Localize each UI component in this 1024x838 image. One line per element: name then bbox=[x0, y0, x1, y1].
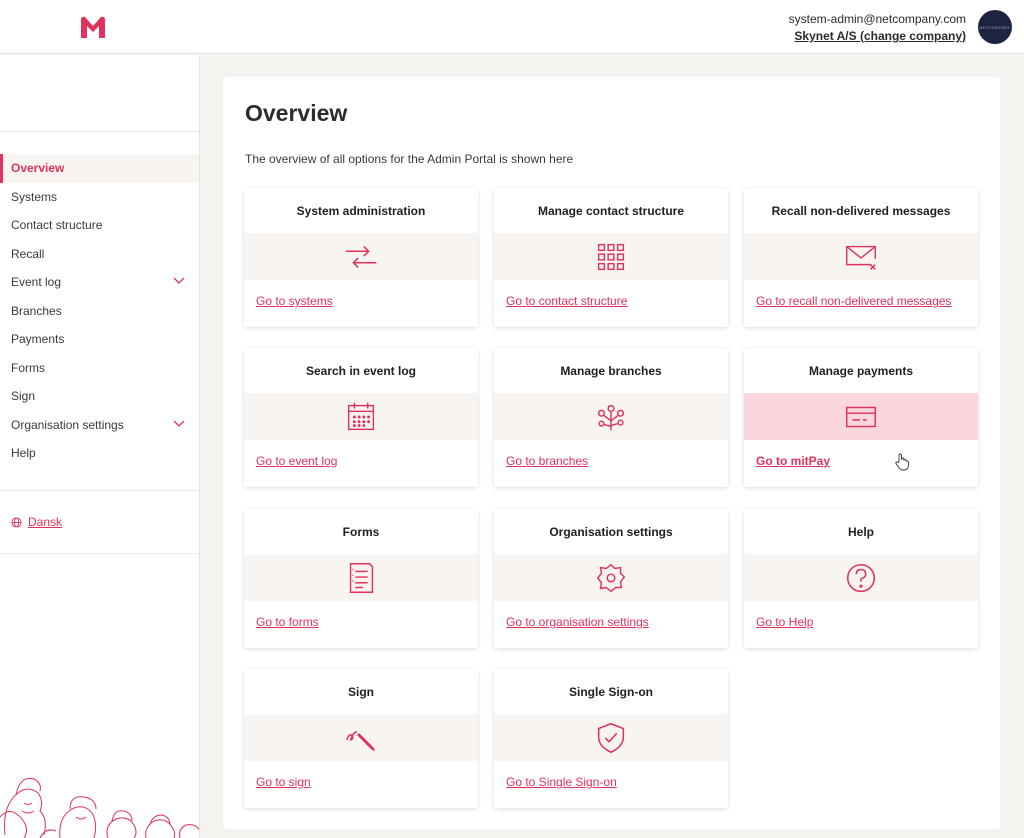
sidebar-divider bbox=[0, 553, 199, 554]
chevron-down-icon[interactable] bbox=[173, 420, 185, 428]
sidebar-divider bbox=[0, 131, 199, 132]
sidebar-item-label: Organisation settings bbox=[11, 417, 124, 432]
user-info: system-admin@netcompany.com Skynet A/S (… bbox=[789, 11, 966, 45]
card-title: Single Sign-on bbox=[569, 685, 653, 699]
language-label: Dansk bbox=[28, 515, 63, 529]
shield-check-icon bbox=[597, 722, 625, 753]
sidebar-divider bbox=[0, 490, 199, 491]
card-recall-non-delivered-messages[interactable]: Recall non-delivered messages Go to reca… bbox=[744, 188, 978, 327]
user-email: system-admin@netcompany.com bbox=[788, 12, 966, 26]
card-system-administration[interactable]: System administration Go to systems bbox=[244, 188, 478, 327]
branches-tree-icon bbox=[597, 404, 625, 430]
sidebar-item-payments[interactable]: Payments bbox=[0, 325, 199, 354]
card-link[interactable]: Go to contact structure bbox=[506, 294, 627, 308]
card-icon-band bbox=[494, 714, 728, 761]
sidebar-item-event-log[interactable]: Event log bbox=[0, 268, 199, 297]
card-icon-band bbox=[744, 233, 978, 280]
card-search-in-event-log[interactable]: Search in event log Go to event log bbox=[244, 348, 478, 487]
help-circle-icon bbox=[846, 563, 876, 592]
card-manage-contact-structure[interactable]: Manage contact structure Go to contact s… bbox=[494, 188, 728, 327]
people-illustration-icon bbox=[0, 777, 199, 838]
card-title: Manage branches bbox=[560, 364, 662, 378]
card-link[interactable]: Go to branches bbox=[506, 454, 588, 468]
card-forms[interactable]: Forms Go to forms bbox=[244, 509, 478, 648]
card-manage-payments[interactable]: Manage payments Go to mitPay bbox=[744, 348, 978, 487]
transfer-arrows-icon bbox=[345, 245, 377, 268]
page-subtitle: The overview of all options for the Admi… bbox=[245, 152, 574, 166]
card-title: Organisation settings bbox=[549, 525, 673, 539]
card-link[interactable]: Go to sign bbox=[256, 775, 311, 789]
page-title: Overview bbox=[245, 100, 348, 126]
card-icon-band bbox=[244, 714, 478, 761]
sidebar-item-branches[interactable]: Branches bbox=[0, 297, 199, 326]
sidebar-item-sign[interactable]: Sign bbox=[0, 382, 199, 411]
card-link[interactable]: Go to Help bbox=[756, 615, 813, 629]
change-company-link[interactable]: Skynet A/S (change company) bbox=[789, 28, 966, 45]
hand-cursor-icon bbox=[895, 453, 909, 471]
card-title: Manage contact structure bbox=[537, 204, 685, 218]
card-title: Recall non-delivered messages bbox=[771, 204, 951, 218]
signature-pen-icon bbox=[346, 730, 375, 751]
avatar[interactable]: NETCOMPANY bbox=[978, 10, 1012, 44]
m-logo-icon[interactable] bbox=[79, 14, 107, 40]
mail-recall-icon bbox=[846, 245, 876, 270]
calendar-icon bbox=[347, 402, 375, 430]
chevron-down-icon[interactable] bbox=[173, 277, 185, 285]
sidebar-item-forms[interactable]: Forms bbox=[0, 354, 199, 383]
sidebar-item-organisation-settings[interactable]: Organisation settings bbox=[0, 411, 199, 440]
sidebar-item-label: Event log bbox=[11, 275, 62, 289]
card-link[interactable]: Go to recall non-delivered messages bbox=[756, 294, 951, 308]
card-link[interactable]: Go to systems bbox=[256, 294, 333, 308]
sidebar-item-overview[interactable]: Overview bbox=[0, 154, 199, 183]
card-icon-band bbox=[744, 554, 978, 601]
avatar-logo-text: NETCOMPANY bbox=[979, 24, 1011, 30]
sidebar-nav: Overview Systems Contact structure Recal… bbox=[0, 154, 199, 468]
card-title: Manage payments bbox=[808, 364, 914, 378]
card-icon-band bbox=[494, 233, 728, 280]
card-link[interactable]: Go to Single Sign-on bbox=[506, 775, 617, 789]
card-icon-band bbox=[244, 393, 478, 440]
language-switch[interactable]: Dansk bbox=[11, 515, 62, 529]
top-header: system-admin@netcompany.com Skynet A/S (… bbox=[0, 0, 1024, 54]
card-icon-band bbox=[744, 393, 978, 440]
sidebar-item-contact-structure[interactable]: Contact structure bbox=[0, 211, 199, 240]
sidebar-item-help[interactable]: Help bbox=[0, 439, 199, 468]
settings-gear-icon bbox=[596, 563, 626, 592]
form-document-icon bbox=[349, 562, 374, 593]
card-title: Forms bbox=[342, 525, 380, 539]
card-link[interactable]: Go to event log bbox=[256, 454, 337, 468]
card-help[interactable]: Help Go to Help bbox=[744, 509, 978, 648]
card-title: Help bbox=[847, 525, 874, 539]
card-title: Sign bbox=[348, 685, 374, 699]
card-icon-band bbox=[244, 233, 478, 280]
card-single-sign-on[interactable]: Single Sign-on Go to Single Sign-on bbox=[494, 669, 728, 808]
grid-icon bbox=[597, 243, 625, 270]
card-title: System administration bbox=[296, 204, 426, 218]
credit-card-icon bbox=[846, 406, 876, 427]
card-title: Search in event log bbox=[305, 364, 417, 378]
card-sign[interactable]: Sign Go to sign bbox=[244, 669, 478, 808]
card-link[interactable]: Go to forms bbox=[256, 615, 319, 629]
globe-icon bbox=[11, 516, 22, 528]
card-link[interactable]: Go to organisation settings bbox=[506, 615, 649, 629]
card-icon-band bbox=[244, 554, 478, 601]
overview-panel: Overview The overview of all options for… bbox=[223, 77, 1000, 829]
card-link[interactable]: Go to mitPay bbox=[756, 454, 830, 468]
card-manage-branches[interactable]: Manage branches Go to branches bbox=[494, 348, 728, 487]
card-icon-band bbox=[494, 393, 728, 440]
sidebar: Overview Systems Contact structure Recal… bbox=[0, 55, 200, 838]
card-organisation-settings[interactable]: Organisation settings Go to organisation… bbox=[494, 509, 728, 648]
card-icon-band bbox=[494, 554, 728, 601]
sidebar-item-recall[interactable]: Recall bbox=[0, 240, 199, 269]
sidebar-item-systems[interactable]: Systems bbox=[0, 183, 199, 212]
